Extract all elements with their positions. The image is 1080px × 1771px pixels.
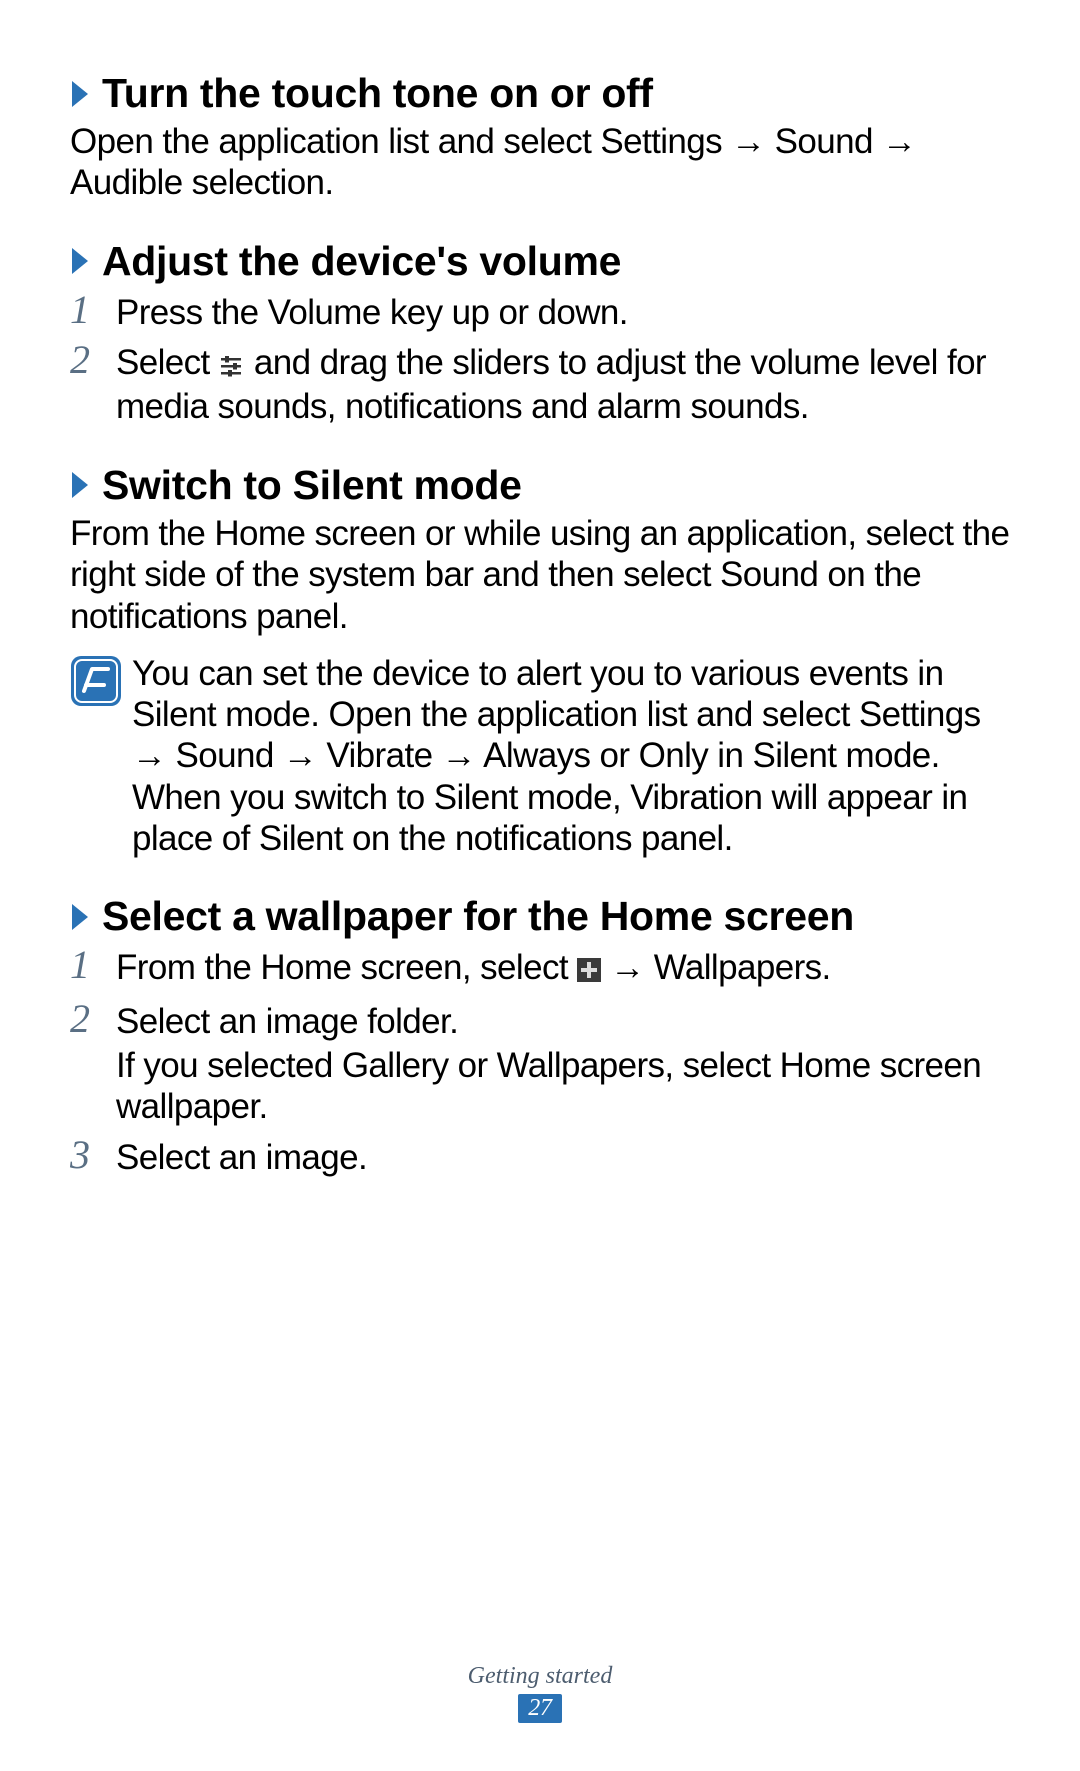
heading-text: Adjust the device's volume [102, 238, 621, 285]
note-text: You can set the device to alert you to v… [132, 653, 1010, 859]
step-text: If you selected Gallery or Wallpapers, s… [116, 1042, 1010, 1128]
step-text: Select and drag the sliders to adjust th… [116, 339, 1010, 428]
text-fragment: Select [116, 343, 219, 382]
step-row: 3 Select an image. [70, 1134, 1010, 1178]
sliders-icon [219, 345, 245, 386]
step-text: Press the Volume key up or down. [116, 289, 628, 333]
step-row: 2 Select and drag the sliders to adjust … [70, 339, 1010, 428]
heading-text: Select a wallpaper for the Home screen [102, 893, 854, 940]
step-text: Select an image folder. [116, 998, 1010, 1042]
note-box: You can set the device to alert you to v… [70, 653, 1010, 859]
heading-volume: Adjust the device's volume [70, 238, 1010, 285]
footer-section-title: Getting started [0, 1663, 1080, 1690]
heading-wallpaper: Select a wallpaper for the Home screen [70, 893, 1010, 940]
chevron-icon [70, 902, 94, 932]
chevron-icon [70, 246, 94, 276]
step-text: From the Home screen, select → Wallpaper… [116, 944, 831, 991]
step-text: Select an image. [116, 1134, 367, 1178]
note-icon [70, 655, 122, 707]
step-number: 3 [70, 1134, 116, 1176]
chevron-icon [70, 470, 94, 500]
heading-touch-tone: Turn the touch tone on or off [70, 70, 1010, 117]
heading-text: Turn the touch tone on or off [102, 70, 653, 117]
step-row: 2 Select an image folder. If you selecte… [70, 998, 1010, 1128]
step-row: 1 Press the Volume key up or down. [70, 289, 1010, 333]
step-row: 1 From the Home screen, select → Wallpap… [70, 944, 1010, 991]
touch-tone-body: Open the application list and select Set… [70, 121, 1010, 204]
heading-text: Switch to Silent mode [102, 462, 522, 509]
plus-icon [577, 950, 601, 991]
page-number-badge: 27 [518, 1694, 562, 1723]
step-number: 2 [70, 339, 116, 381]
step-number: 1 [70, 289, 116, 331]
text-fragment: and drag the sliders to adjust the volum… [116, 343, 986, 426]
page-footer: Getting started 27 [0, 1663, 1080, 1723]
text-fragment: From the Home screen, select [116, 948, 577, 987]
text-fragment: → Wallpapers. [601, 948, 831, 987]
silent-body: From the Home screen or while using an a… [70, 513, 1010, 637]
step-number: 2 [70, 998, 116, 1040]
chevron-icon [70, 79, 94, 109]
heading-silent: Switch to Silent mode [70, 462, 1010, 509]
step-number: 1 [70, 944, 116, 986]
